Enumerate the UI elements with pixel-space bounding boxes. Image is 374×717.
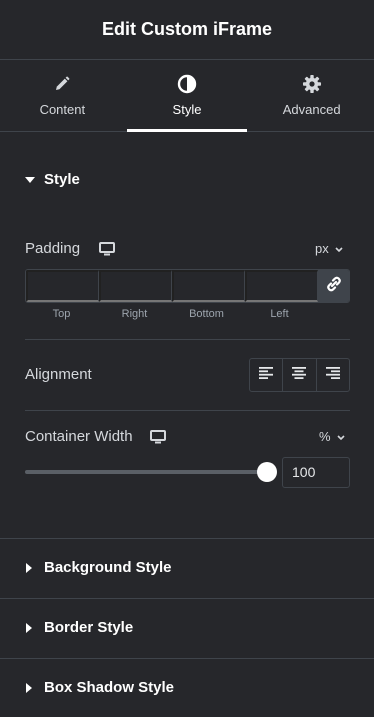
padding-top-label: Top: [52, 308, 71, 320]
tab-label: Content: [39, 102, 86, 117]
align-left-icon: [259, 366, 274, 384]
control-divider: [25, 410, 350, 411]
section-title: Background Style: [44, 559, 172, 576]
link-icon: [326, 276, 342, 297]
align-right-icon: [325, 366, 340, 384]
unit-label: %: [319, 429, 331, 444]
width-slider-handle[interactable]: [257, 462, 277, 482]
width-unit-select[interactable]: %: [319, 429, 345, 444]
section-title: Box Shadow Style: [44, 679, 175, 696]
gear-icon: [302, 74, 322, 94]
padding-bottom-input[interactable]: [172, 270, 245, 302]
section-background-style[interactable]: Background Style: [0, 538, 374, 598]
container-width-label: Container Width: [25, 428, 133, 445]
caret-right-icon: [25, 622, 39, 633]
chevron-down-icon: [335, 241, 343, 256]
section-toggle-background[interactable]: Background Style: [25, 559, 172, 576]
width-slider-track[interactable]: [25, 470, 267, 474]
padding-label: Padding: [25, 240, 81, 257]
padding-unit-select[interactable]: px: [315, 241, 343, 256]
pencil-icon: [53, 74, 71, 94]
section-title: Style: [44, 171, 80, 188]
desktop-icon[interactable]: [150, 430, 166, 449]
alignment-choices: [249, 358, 350, 392]
link-values-button[interactable]: [318, 270, 349, 302]
tab-style[interactable]: Style: [125, 60, 250, 132]
tab-advanced[interactable]: Advanced: [249, 60, 374, 131]
alignment-label: Alignment: [25, 366, 92, 383]
padding-bottom-label: Bottom: [189, 308, 224, 320]
control-divider: [25, 339, 350, 340]
contrast-icon: [177, 74, 197, 94]
section-toggle-box-shadow[interactable]: Box Shadow Style: [25, 679, 174, 696]
unit-label: px: [315, 241, 329, 256]
caret-right-icon: [25, 562, 39, 573]
desktop-icon[interactable]: [99, 242, 115, 261]
tab-label: Style: [172, 102, 202, 117]
align-center-icon: [292, 366, 307, 384]
tab-label: Advanced: [282, 102, 341, 117]
editor-panel: Edit Custom iFrame Content Style Advance…: [0, 0, 374, 717]
panel-header: Edit Custom iFrame: [0, 0, 374, 60]
width-value-input[interactable]: 100: [282, 457, 350, 488]
caret-right-icon: [25, 682, 39, 693]
section-toggle-border[interactable]: Border Style: [25, 619, 133, 636]
panel-title: Edit Custom iFrame: [101, 19, 273, 39]
padding-left-input[interactable]: [245, 270, 318, 302]
section-title: Border Style: [44, 619, 134, 636]
align-left-button[interactable]: [250, 359, 284, 391]
section-box-shadow-style[interactable]: Box Shadow Style: [0, 658, 374, 717]
padding-right-label: Right: [121, 308, 148, 320]
chevron-down-icon: [336, 429, 345, 444]
caret-down-icon: [25, 176, 39, 184]
panel-tabs: Content Style Advanced: [0, 60, 374, 132]
padding-dimensions: [25, 269, 350, 303]
section-border-style[interactable]: Border Style: [0, 598, 374, 658]
align-right-button[interactable]: [317, 359, 349, 391]
padding-left-label: Left: [270, 308, 289, 320]
tab-content[interactable]: Content: [0, 60, 125, 131]
section-toggle-style[interactable]: Style: [25, 171, 80, 188]
padding-top-input[interactable]: [26, 270, 99, 302]
padding-right-input[interactable]: [99, 270, 172, 302]
align-center-button[interactable]: [283, 359, 317, 391]
